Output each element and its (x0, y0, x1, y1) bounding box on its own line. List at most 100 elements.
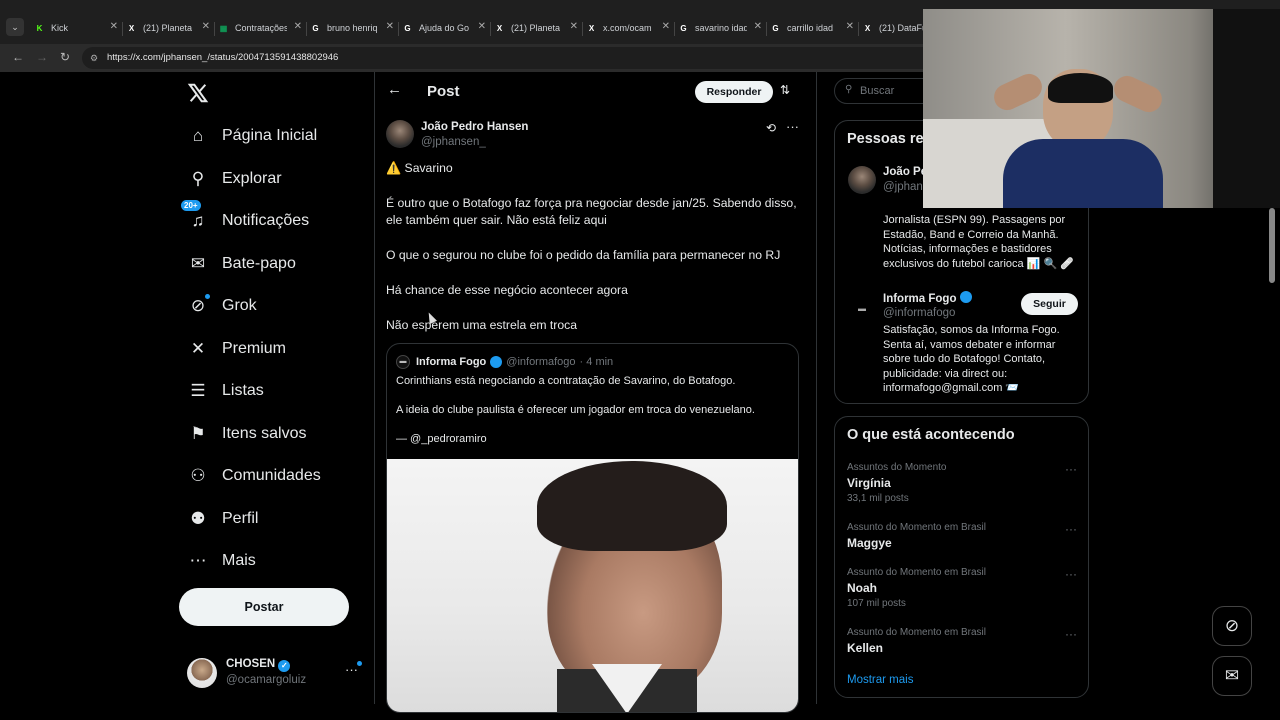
sidebar-item[interactable]: ⋯ Mais (187, 541, 256, 581)
trend-item[interactable]: Assunto do Momento em Brasil Maggye ··· (847, 522, 1077, 550)
more-options-icon[interactable]: ··· (1065, 567, 1077, 581)
reply-button[interactable]: Responder (695, 81, 773, 103)
more-circle-icon: ⋯ (189, 551, 207, 570)
account-handle: @ocamargoluiz (226, 674, 307, 686)
close-icon[interactable]: ✕ (110, 21, 118, 32)
quoted-post[interactable]: ▬ Informa Fogo @informafogo · 4 min Cori… (386, 343, 799, 713)
quote-author-name: Informa Fogo (416, 356, 487, 368)
avatar[interactable] (386, 120, 414, 148)
sidebar-item[interactable]: ♫ 20+ Notificações (181, 200, 310, 241)
sidebar-item-label: Explorar (222, 169, 282, 187)
kick-icon: K (36, 23, 43, 33)
trend-item[interactable]: Assunto do Momento em Brasil Noah 107 mil … (847, 567, 1077, 609)
trend-item[interactable]: Assuntos do Momento Virgínia 33,1 mil post… (847, 462, 1077, 504)
forward-icon[interactable]: → (36, 50, 48, 64)
close-icon[interactable]: ✕ (294, 21, 302, 32)
close-icon[interactable]: ✕ (846, 21, 854, 32)
more-options-icon[interactable]: ··· (1065, 462, 1077, 476)
quote-line: — @_pedroramiro (396, 433, 487, 445)
tab-separator (214, 22, 215, 36)
tab-separator (582, 22, 583, 36)
messages-float-button[interactable]: ✉ (1212, 656, 1252, 696)
author-name[interactable]: João Pedro Hansen (421, 121, 528, 133)
browser-tab[interactable]: Xx.com/ocam ✕ (586, 16, 670, 40)
tab-separator (674, 22, 675, 36)
close-icon[interactable]: ✕ (202, 21, 210, 32)
sidebar-item-label: Comunidades (222, 467, 321, 484)
close-icon[interactable]: ✕ (570, 21, 578, 32)
sidebar-item[interactable]: ☰ Listas (187, 371, 263, 411)
post-header: ← Post Responder ⇅ (375, 72, 816, 112)
grok-icon: ⊘ (1224, 616, 1240, 635)
reload-icon[interactable]: ↻ (60, 50, 70, 64)
avatar[interactable] (848, 166, 876, 194)
follow-button[interactable]: Seguir (1021, 293, 1078, 315)
show-more-link[interactable]: Mostrar mais (847, 674, 913, 686)
sidebar-item-label: Itens salvos (222, 424, 307, 442)
sidebar-item[interactable]: ⚇ Comunidades (187, 456, 321, 496)
close-icon[interactable]: ✕ (754, 21, 762, 32)
account-switcher[interactable]: CHOSEN ✓ @ocamargoluiz ··· (187, 654, 367, 698)
trend-name: Maggye (847, 536, 892, 550)
browser-tab[interactable]: ▦ Contratações ✕ (218, 16, 302, 40)
tab-separator (490, 22, 491, 36)
site-info-icon[interactable]: ⚙ (90, 47, 98, 69)
grok-icon[interactable]: ⟲ (766, 121, 776, 135)
sidebar-item-label: Notificações (222, 212, 310, 229)
list-icon: ☰ (190, 381, 206, 400)
post-button[interactable]: Postar (179, 588, 349, 626)
browser-tab[interactable]: G Ajuda do Go ✕ (402, 16, 486, 40)
more-options-icon[interactable]: ··· (1065, 627, 1077, 641)
sidebar-item[interactable]: ✉ Bate-papo (187, 244, 296, 284)
person-name[interactable]: João Pe (883, 166, 927, 178)
bookmark-icon: ⚑ (190, 423, 206, 443)
url-text: https://x.com/jphansen_/status/200471359… (107, 52, 339, 63)
browser-tab[interactable]: Gbruno henriq ✕ (310, 16, 394, 40)
tab-title: savarino idad (695, 23, 747, 33)
unread-dot (205, 294, 210, 299)
post-author-row: João Pedro Hansen @jphansen_ ⟲ ··· (386, 118, 806, 152)
tab-title: carrillo idad (787, 23, 834, 33)
browser-tab[interactable]: X (21) Planeta ✕ (494, 16, 578, 40)
trend-posts: 33,1 mil posts (847, 493, 909, 504)
sidebar-item[interactable]: ⚉ Perfil (187, 499, 258, 539)
trend-context: Assunto do Momento em Brasil (847, 567, 986, 578)
url-field[interactable]: ⚙ https://x.com/jphansen_/status/2004713… (82, 47, 942, 69)
scrollbar[interactable] (1269, 208, 1275, 283)
sidebar-item[interactable]: ⊘ Grok (187, 286, 257, 326)
quote-line: Corinthians está negociando a contrataçã… (396, 375, 736, 387)
back-icon[interactable]: ← (12, 50, 24, 64)
tab-search-button[interactable]: ⌄ (6, 18, 24, 36)
post-line: ⚠️ Savarino (386, 161, 453, 175)
sidebar-item[interactable]: ⌂ Página Inicial (187, 116, 317, 156)
close-icon[interactable]: ✕ (478, 21, 486, 32)
trend-name: Kellen (847, 641, 884, 655)
trend-name: Noah (847, 581, 877, 595)
avatar: ▬ (396, 355, 410, 369)
author-handle[interactable]: @jphansen_ (421, 136, 486, 148)
more-options-icon[interactable]: ··· (1065, 522, 1077, 536)
trend-item[interactable]: Assunto do Momento em Brasil Kellen ··· (847, 627, 1077, 655)
x-logo-icon[interactable] (187, 82, 211, 106)
browser-tab[interactable]: K Kick ✕ (34, 16, 118, 40)
sidebar-item[interactable]: ✕ Premium (187, 329, 286, 369)
avatar[interactable]: ▬ (848, 295, 876, 323)
back-arrow-icon[interactable]: ← (387, 81, 402, 98)
quote-photo[interactable] (387, 459, 798, 712)
sidebar-item-label: Grok (222, 297, 257, 314)
close-icon[interactable]: ✕ (386, 21, 394, 32)
sidebar-item[interactable]: ⚑ Itens salvos (187, 414, 306, 454)
home-icon: ⌂ (192, 126, 204, 145)
browser-tab[interactable]: X (21) Planeta ✕ (126, 16, 210, 40)
grok-float-button[interactable]: ⊘ (1212, 606, 1252, 646)
mail-icon: ✉ (1224, 666, 1240, 685)
person-name[interactable]: Informa Fogo (883, 293, 956, 305)
sidebar-item[interactable]: ⚲ Explorar (187, 159, 282, 199)
more-options-icon[interactable]: ··· (786, 119, 799, 134)
communities-icon: ⚇ (190, 466, 206, 485)
browser-tab[interactable]: Gsavarino idad ✕ (678, 16, 762, 40)
more-options-icon[interactable]: ··· (345, 661, 362, 677)
filter-settings-icon[interactable]: ⇅ (780, 83, 790, 97)
close-icon[interactable]: ✕ (662, 21, 670, 32)
browser-tab[interactable]: Gcarrillo idad ✕ (770, 16, 854, 40)
